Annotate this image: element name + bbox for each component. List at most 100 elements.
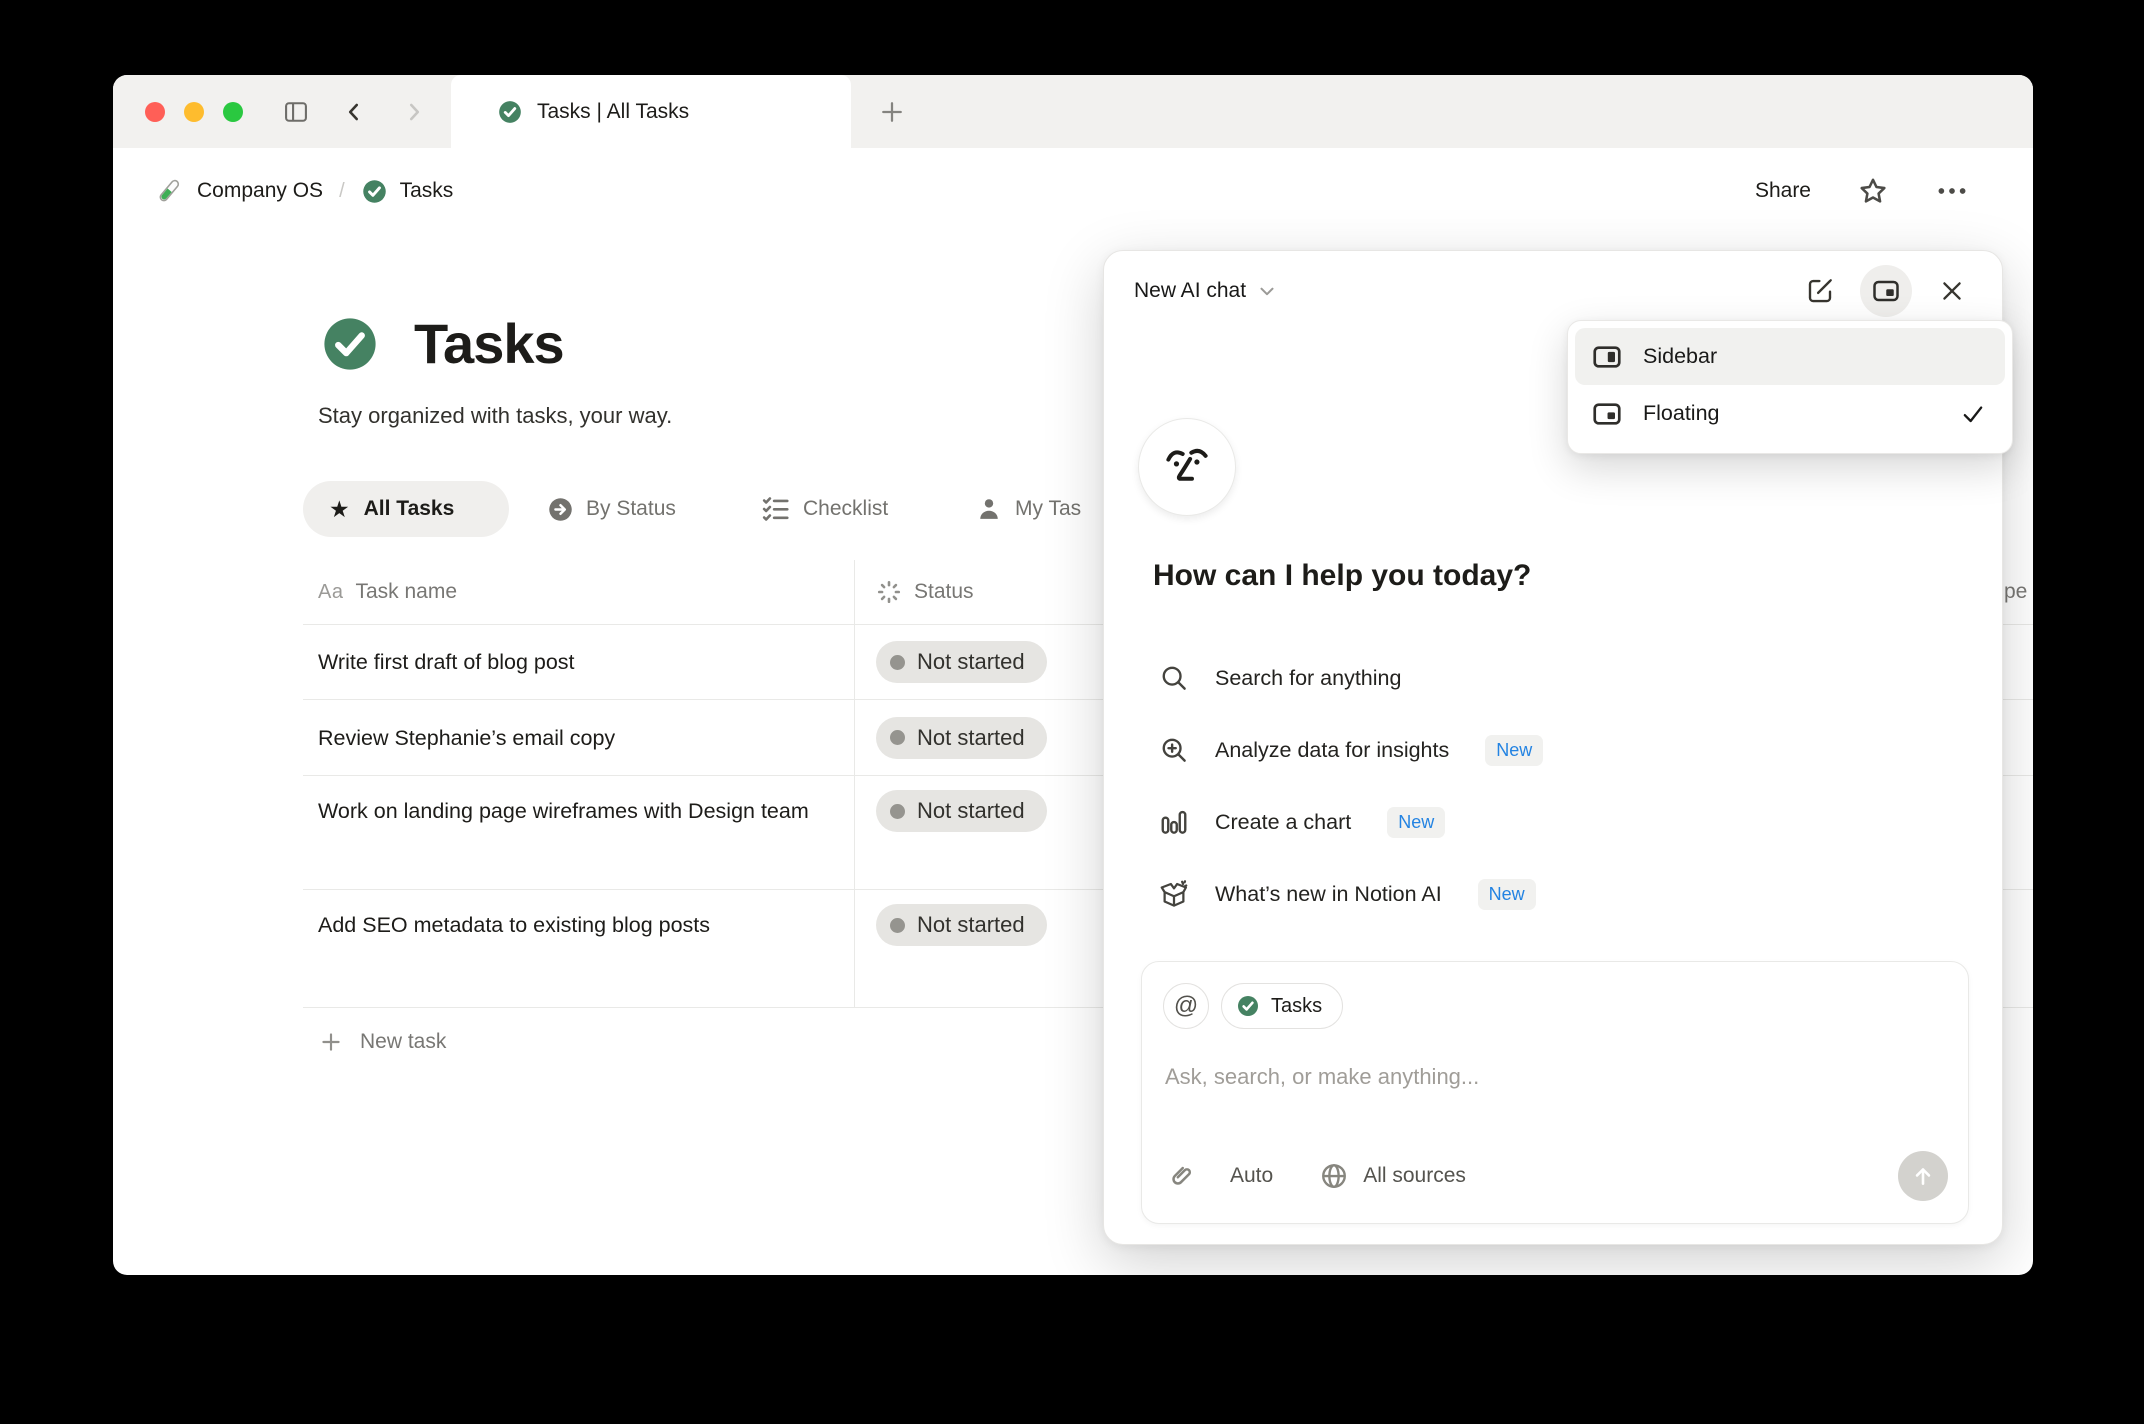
status-dot-icon xyxy=(890,917,905,933)
dropdown-item-label: Floating xyxy=(1643,401,1720,425)
check-icon xyxy=(1963,405,1983,422)
new-chat-compose-icon[interactable] xyxy=(1794,265,1846,317)
new-badge: New xyxy=(1485,734,1544,766)
panel-position-dropdown: Sidebar Floating xyxy=(1567,320,2013,454)
status-label: Not started xyxy=(917,912,1025,937)
tasks-check-icon xyxy=(362,179,386,203)
status-label: Not started xyxy=(917,798,1025,823)
ai-panel-header: New AI chat xyxy=(1104,251,2002,331)
page-title-row: Tasks xyxy=(318,311,565,376)
search-icon xyxy=(1162,666,1186,690)
status-dot-icon xyxy=(890,654,905,670)
close-window-button[interactable] xyxy=(145,102,165,122)
column-header-task-name[interactable]: Aa Task name xyxy=(303,560,855,624)
status-label: Not started xyxy=(917,724,1025,750)
bar-chart-icon xyxy=(1161,810,1187,834)
status-badge[interactable]: Not started xyxy=(876,716,1047,759)
status-dot-icon xyxy=(890,803,905,819)
arrow-up-icon xyxy=(1915,1168,1931,1185)
column-header-partial[interactable]: pe xyxy=(1998,560,2033,624)
minimize-window-button[interactable] xyxy=(184,102,204,122)
task-name-cell[interactable]: Add SEO metadata to existing blog posts xyxy=(318,890,710,960)
test-tube-icon xyxy=(159,179,180,202)
suggestion-search[interactable]: Search for anything xyxy=(1159,654,1401,702)
new-badge: New xyxy=(1477,878,1536,910)
toggle-sidebar-icon[interactable] xyxy=(281,97,311,127)
breadcrumb-bar: Company OS / Tasks Share xyxy=(113,148,2033,234)
ai-greeting: How can I help you today? xyxy=(1153,559,1532,592)
globe-icon[interactable] xyxy=(1319,1161,1349,1191)
suggestion-whats-new[interactable]: What’s new in Notion AI New xyxy=(1159,870,1536,918)
new-tab-icon[interactable] xyxy=(877,97,907,127)
status-badge[interactable]: Not started xyxy=(876,641,1047,683)
view-tab-all-tasks[interactable]: ★ All Tasks xyxy=(303,481,509,537)
tasks-check-icon xyxy=(1238,996,1258,1016)
sidebar-layout-icon xyxy=(1593,345,1621,368)
favorite-star-icon[interactable] xyxy=(1857,175,1889,207)
breadcrumb-page[interactable]: Tasks xyxy=(400,179,454,203)
task-name-cell[interactable]: Review Stephanie’s email copy xyxy=(318,703,615,773)
breadcrumb: Company OS / Tasks xyxy=(153,148,453,234)
window-tab-bar: Tasks | All Tasks xyxy=(113,75,2033,148)
more-options-icon[interactable] xyxy=(1935,174,1969,208)
ai-composer[interactable]: @ Tasks Ask, search, or make anything...… xyxy=(1141,961,1969,1224)
share-button[interactable]: Share xyxy=(1755,179,1811,203)
new-task-label: New task xyxy=(360,1029,447,1053)
mention-button[interactable]: @ xyxy=(1163,983,1209,1029)
column-header-label: Status xyxy=(914,580,974,603)
panel-position-icon[interactable] xyxy=(1860,265,1912,317)
dropdown-item-sidebar[interactable]: Sidebar xyxy=(1575,328,2005,385)
status-dot-icon xyxy=(890,730,905,745)
mode-selector[interactable]: Auto xyxy=(1230,1164,1273,1188)
view-tab-my-tasks[interactable]: My Tas xyxy=(975,481,1081,537)
attachment-paperclip-icon[interactable] xyxy=(1166,1161,1196,1191)
forward-icon[interactable] xyxy=(399,97,429,127)
suggestion-label: Search for anything xyxy=(1215,665,1402,690)
tasks-check-icon xyxy=(324,317,376,370)
task-name-cell[interactable]: Write first draft of blog post xyxy=(318,627,575,697)
tab-tasks-all-tasks[interactable]: Tasks | All Tasks xyxy=(451,75,851,148)
breadcrumb-separator: / xyxy=(339,179,345,202)
notion-ai-face-logo xyxy=(1138,418,1236,516)
suggestion-chart[interactable]: Create a chart New xyxy=(1159,798,1446,846)
status-badge[interactable]: Not started xyxy=(876,904,1047,946)
chevron-down-icon[interactable] xyxy=(1256,280,1278,302)
arrow-circle-icon xyxy=(549,497,572,521)
ai-input[interactable]: Ask, search, or make anything... xyxy=(1165,1064,1945,1090)
view-tab-checklist[interactable]: Checklist xyxy=(761,481,888,537)
close-icon[interactable] xyxy=(1926,265,1978,317)
text-property-icon: Aa xyxy=(318,580,344,603)
status-badge[interactable]: Not started xyxy=(876,790,1047,832)
column-header-label: Task name xyxy=(355,580,458,603)
ai-chat-title[interactable]: New AI chat xyxy=(1134,279,1246,303)
breadcrumb-workspace[interactable]: Company OS xyxy=(197,179,323,203)
send-button[interactable] xyxy=(1898,1151,1948,1201)
zoom-window-button[interactable] xyxy=(223,102,243,122)
suggestion-analyze[interactable]: Analyze data for insights New xyxy=(1159,726,1544,774)
app-window: Tasks | All Tasks Company OS / Tasks Sha… xyxy=(113,75,2033,1275)
star-icon: ★ xyxy=(329,495,350,522)
zoom-in-icon xyxy=(1162,738,1186,762)
tab-title: Tasks | All Tasks xyxy=(537,99,690,123)
view-tab-label: My Tas xyxy=(1015,497,1082,520)
context-chip-tasks[interactable]: Tasks xyxy=(1221,983,1344,1029)
person-icon xyxy=(980,499,998,519)
view-tab-label: Checklist xyxy=(803,497,889,520)
checklist-icon xyxy=(762,497,789,521)
new-badge: New xyxy=(1387,806,1446,838)
dropdown-item-label: Sidebar xyxy=(1643,344,1718,368)
sources-selector[interactable]: All sources xyxy=(1363,1164,1466,1188)
page-subtitle: Stay organized with tasks, your way. xyxy=(318,403,673,428)
context-chip-label: Tasks xyxy=(1271,994,1323,1017)
dropdown-item-floating[interactable]: Floating xyxy=(1575,385,2005,442)
task-name-cell[interactable]: Work on landing page wireframes with Des… xyxy=(318,776,809,846)
view-tab-by-status[interactable]: By Status xyxy=(547,481,676,537)
composer-toolbar: Auto All sources xyxy=(1142,1139,1968,1223)
suggestion-label: Create a chart xyxy=(1215,809,1352,834)
back-icon[interactable] xyxy=(339,97,369,127)
view-tab-label: By Status xyxy=(586,497,676,520)
column-header-label: pe xyxy=(2004,580,2028,603)
suggestion-label: Analyze data for insights xyxy=(1215,737,1450,762)
floating-layout-icon xyxy=(1593,402,1621,425)
suggestion-label: What’s new in Notion AI xyxy=(1215,881,1442,906)
